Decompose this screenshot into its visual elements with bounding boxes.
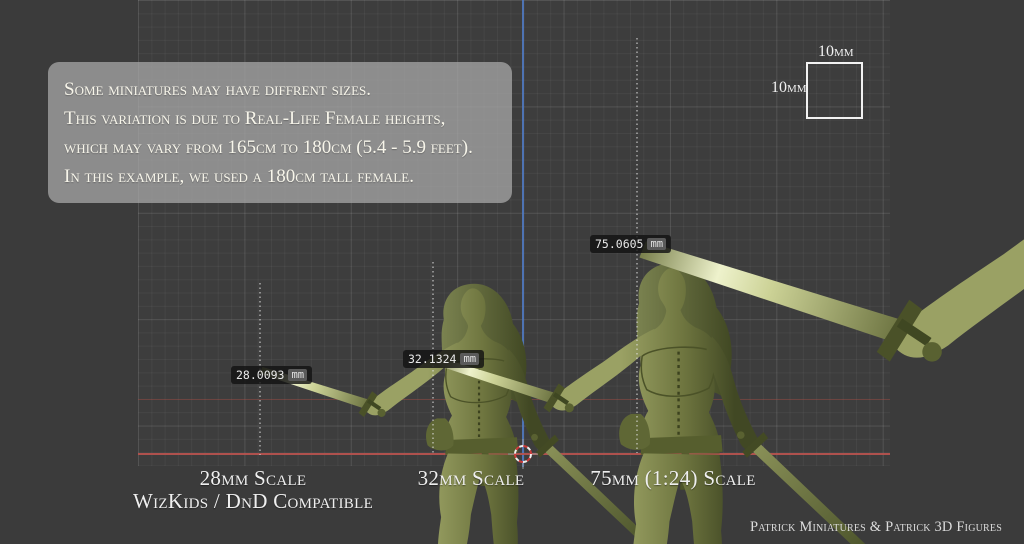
reference-square-top-label: 10mm [818,44,854,60]
reference-square-side-label: 10mm [771,80,807,96]
measure-unit: mm [647,238,666,250]
viewport-canvas[interactable]: 28.0093 mm 32.1324 mm 75.0605 mm Some mi… [0,0,1024,544]
reference-square-10mm [806,62,863,119]
scale-sublabel-28mm: WizKids / DnD Compatible [73,490,433,513]
info-line-3: which may vary from 165cm to 180cm (5.4 … [64,133,496,162]
measure-value: 32.1324 [408,352,456,366]
measure-label-75mm: 75.0605 mm [590,235,671,253]
info-line-2: This variation is due to Real-Life Femal… [64,104,496,133]
measure-value: 75.0605 [595,237,643,251]
measure-unit: mm [460,353,479,365]
scale-label-75mm: 75mm (1:24) Scale [493,467,853,490]
measure-value: 28.0093 [236,368,284,382]
measure-label-28mm: 28.0093 mm [231,366,312,384]
info-box: Some miniatures may have diffrent sizes.… [48,62,512,203]
measure-label-32mm: 32.1324 mm [403,350,484,368]
measure-unit: mm [288,369,307,381]
watermark: Patrick Miniatures & Patrick 3D Figures [750,519,1002,536]
info-line-4: In this example, we used a 180cm tall fe… [64,162,496,191]
info-line-1: Some miniatures may have diffrent sizes. [64,75,496,104]
